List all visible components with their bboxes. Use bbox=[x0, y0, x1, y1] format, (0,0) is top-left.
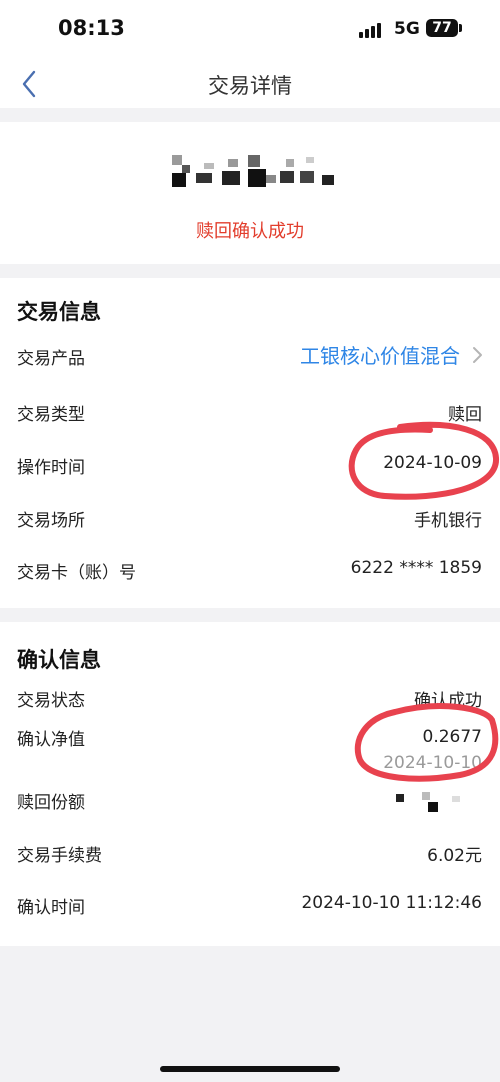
product-link[interactable]: 工银核心价值混合 bbox=[300, 340, 460, 369]
home-indicator[interactable] bbox=[160, 1066, 340, 1072]
trade-info-section: 交易信息 交易产品 工银核心价值混合 交易类型 赎回 操作时间 2024-10-… bbox=[0, 278, 500, 608]
row-label: 交易类型 bbox=[17, 405, 85, 425]
row-value: 确认成功 bbox=[414, 691, 482, 711]
battery-tip bbox=[459, 24, 462, 32]
row-value: 6222 **** 1859 bbox=[350, 558, 482, 578]
section-title: 交易信息 bbox=[17, 300, 101, 324]
result-status: 赎回确认成功 bbox=[196, 221, 304, 242]
confirm-nav-row: 确认净值 0.2677 2024-10-10 bbox=[0, 725, 500, 775]
row-value: 6.02元 bbox=[427, 846, 482, 866]
row-label: 赎回份额 bbox=[17, 793, 85, 813]
row-label: 确认时间 bbox=[17, 898, 85, 918]
row-label: 交易卡（账）号 bbox=[17, 563, 136, 583]
row-label: 操作时间 bbox=[17, 458, 85, 478]
row-value: 2024-10-09 bbox=[383, 453, 482, 473]
row-label: 交易状态 bbox=[17, 691, 85, 711]
trade-time-row: 操作时间 2024-10-09 bbox=[0, 453, 500, 483]
nav-bar: 交易详情 bbox=[0, 60, 500, 108]
trade-product-row[interactable]: 交易产品 工银核心价值混合 bbox=[0, 344, 500, 374]
fee-row: 交易手续费 6.02元 bbox=[0, 841, 500, 871]
row-sub-value: 2024-10-10 bbox=[383, 753, 482, 773]
signal-icon bbox=[359, 22, 385, 38]
row-label: 交易场所 bbox=[17, 511, 85, 531]
redeem-shares-row: 赎回份额 bbox=[0, 788, 500, 818]
trade-venue-row: 交易场所 手机银行 bbox=[0, 506, 500, 536]
redacted-shares bbox=[396, 792, 460, 812]
status-time: 08:13 bbox=[58, 16, 125, 40]
section-title: 确认信息 bbox=[17, 648, 101, 672]
redacted-amount bbox=[172, 155, 334, 187]
confirm-status-row: 交易状态 确认成功 bbox=[0, 686, 500, 716]
status-bar: 08:13 5G 77 bbox=[0, 0, 500, 60]
battery-icon: 77 bbox=[426, 19, 458, 37]
row-label: 交易手续费 bbox=[17, 846, 102, 866]
confirm-info-section: 确认信息 交易状态 确认成功 确认净值 0.2677 2024-10-10 赎回… bbox=[0, 622, 500, 946]
confirm-time-row: 确认时间 2024-10-10 11:12:46 bbox=[0, 893, 500, 923]
row-label: 交易产品 bbox=[17, 349, 85, 369]
network-type: 5G bbox=[394, 19, 420, 39]
row-value: 手机银行 bbox=[414, 511, 482, 531]
row-value: 赎回 bbox=[448, 405, 482, 425]
row-value: 2024-10-10 11:12:46 bbox=[301, 893, 482, 913]
row-label: 确认净值 bbox=[17, 730, 85, 750]
row-value: 0.2677 bbox=[422, 727, 482, 747]
chevron-right-icon[interactable] bbox=[470, 344, 484, 366]
page-title: 交易详情 bbox=[208, 74, 292, 98]
trade-card-row: 交易卡（账）号 6222 **** 1859 bbox=[0, 558, 500, 588]
trade-type-row: 交易类型 赎回 bbox=[0, 400, 500, 430]
result-card: 赎回确认成功 bbox=[0, 122, 500, 264]
